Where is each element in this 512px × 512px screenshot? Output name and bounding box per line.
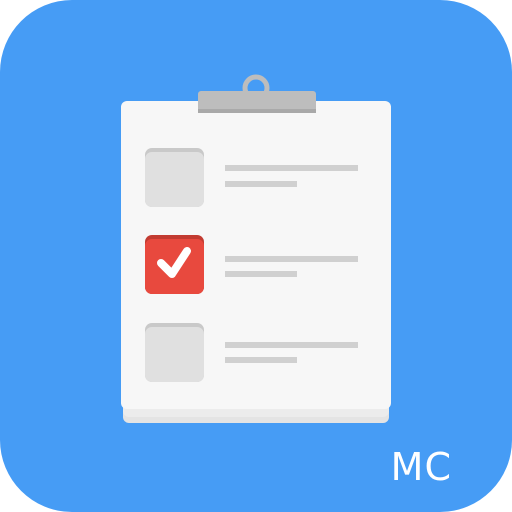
clipboard-clip-icon [198,74,316,113]
text-line-short [225,181,297,187]
text-line-long [225,256,358,262]
checkbox-unchecked-icon [145,152,204,207]
checkbox-unchecked-icon [145,327,204,382]
corner-label: MC [390,445,452,489]
app-icon-tile: MC [0,0,512,512]
text-line-long [225,342,358,348]
clipboard-illustration [121,74,391,423]
text-line-short [225,357,297,363]
text-line-short [225,271,297,277]
text-line-long [225,165,358,171]
